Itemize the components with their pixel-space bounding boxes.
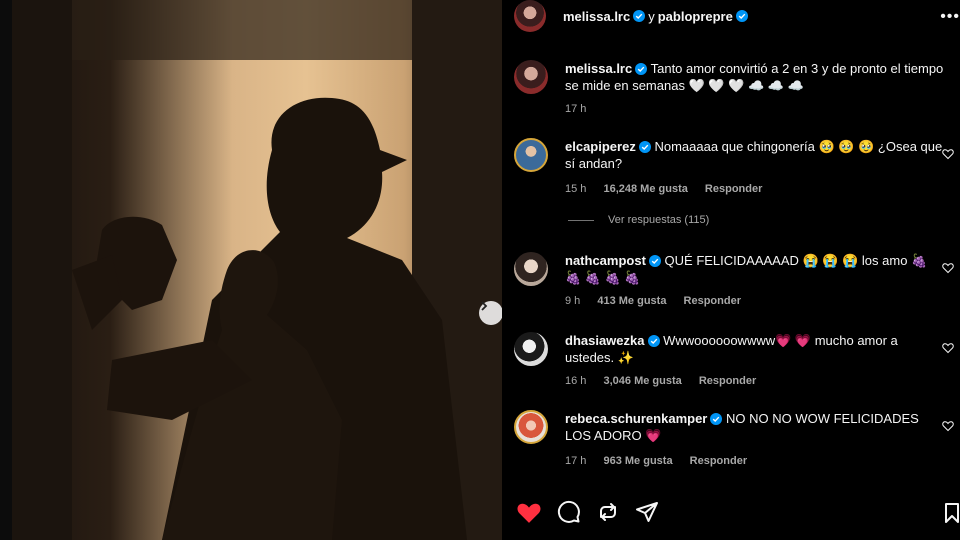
comment-username[interactable]: nathcampost (565, 253, 646, 268)
replies-divider (568, 219, 594, 221)
comment-username[interactable]: rebeca.schurenkamper (565, 411, 707, 426)
comments-panel: melissa.lrc y pabloprepre ••• melissa.lr… (502, 0, 960, 540)
caption-time: 17 h (565, 103, 587, 115)
verified-icon (647, 335, 660, 347)
chevron-right-icon (481, 301, 488, 311)
commenter-avatar[interactable] (514, 138, 548, 172)
heart-icon[interactable] (942, 420, 954, 432)
author-avatar[interactable] (514, 0, 546, 32)
view-replies-label[interactable]: Ver respuestas (115) (608, 214, 709, 226)
sidebar-edge (0, 0, 12, 540)
verified-icon (710, 413, 723, 425)
share-icon[interactable] (596, 500, 620, 524)
comment-time: 16 h (565, 375, 587, 387)
comment-username[interactable]: dhasiawezka (565, 333, 645, 348)
header-connector: y (648, 8, 655, 24)
reply-button[interactable]: Responder (705, 183, 762, 195)
caption-username[interactable]: melissa.lrc (565, 61, 632, 76)
shadow-silhouette-image (12, 0, 502, 540)
comment-time: 17 h (565, 455, 587, 467)
verified-icon (648, 255, 661, 267)
comment-username[interactable]: elcapiperez (565, 139, 636, 154)
commenter-avatar[interactable] (514, 252, 548, 286)
more-options-icon[interactable]: ••• (940, 8, 960, 26)
comment-icon[interactable] (557, 500, 581, 524)
like-heart-icon[interactable] (516, 500, 542, 524)
verified-icon (633, 10, 646, 22)
author-username[interactable]: melissa.lrc (563, 9, 630, 24)
comment-item: rebeca.schurenkamper NO NO NO WOW FELICI… (514, 410, 954, 474)
post-caption: melissa.lrc Tanto amor convirtió a 2 en … (514, 60, 954, 120)
commenter-avatar[interactable] (514, 410, 548, 444)
verified-icon (635, 63, 648, 75)
heart-icon[interactable] (942, 342, 954, 354)
comment-likes[interactable]: 413 Me gusta (597, 295, 666, 307)
post-image (12, 0, 502, 540)
view-replies-button[interactable]: Ver respuestas (115) (568, 214, 709, 226)
send-icon[interactable] (635, 500, 659, 524)
post-header: melissa.lrc y pabloprepre (514, 0, 748, 32)
reply-button[interactable]: Responder (690, 455, 747, 467)
commenter-avatar[interactable] (514, 332, 548, 366)
comment-item: nathcampost QUÉ FELICIDAAAAAD 😭 😭 😭 los … (514, 252, 954, 316)
comment-likes[interactable]: 16,248 Me gusta (603, 183, 687, 195)
heart-icon[interactable] (942, 148, 954, 160)
comment-likes[interactable]: 963 Me gusta (603, 455, 672, 467)
next-image-button[interactable] (479, 301, 502, 325)
reply-button[interactable]: Responder (699, 375, 756, 387)
comment-item: elcapiperez Nomaaaaa que chingonería 🥹 🥹… (514, 138, 954, 202)
verified-icon (735, 10, 748, 22)
author-avatar[interactable] (514, 60, 548, 94)
verified-icon (638, 141, 651, 153)
coauthor-username[interactable]: pabloprepre (658, 9, 733, 24)
comment-time: 15 h (565, 183, 587, 195)
comment-time: 9 h (565, 295, 581, 307)
bookmark-icon[interactable] (944, 502, 960, 524)
post-actions (516, 500, 659, 524)
reply-button[interactable]: Responder (684, 295, 741, 307)
heart-icon[interactable] (942, 262, 954, 274)
comment-item: dhasiawezka Wwwoooooowwww💗 💗 mucho amor … (514, 332, 954, 396)
comment-likes[interactable]: 3,046 Me gusta (603, 375, 681, 387)
